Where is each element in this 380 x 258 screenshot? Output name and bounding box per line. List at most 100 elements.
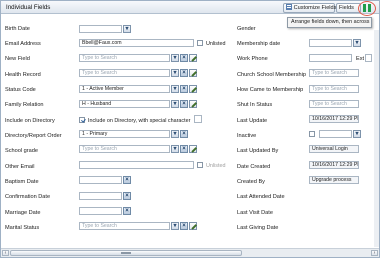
work-phone-input[interactable]: [309, 54, 352, 62]
clear-x-icon[interactable]: ×: [180, 222, 188, 230]
birth-date-dropdown[interactable]: ▾: [123, 25, 131, 33]
customize-fields-button[interactable]: Customize Fields: [283, 2, 337, 13]
edit-pencil-icon[interactable]: [189, 54, 197, 62]
ext-input[interactable]: [365, 54, 372, 62]
label-marriage-date: Marriage Date: [5, 210, 41, 216]
customize-fields-label: Customize Fields: [293, 4, 337, 11]
health-record-search[interactable]: Type to Search: [79, 69, 170, 77]
label-status-code: Status Code: [5, 87, 36, 93]
individual-fields-panel: Individual Fields Customize Fields Field…: [0, 0, 380, 258]
clear-x-icon[interactable]: ×: [180, 69, 188, 77]
label-created-by: Created By: [237, 179, 265, 185]
email-unlisted-checkbox[interactable]: [197, 40, 203, 46]
family-relation-select[interactable]: H - Husband: [79, 100, 170, 108]
clear-x-icon[interactable]: ×: [123, 207, 131, 215]
chevron-right-icon[interactable]: ›: [371, 250, 378, 256]
shut-in-search[interactable]: Type to Search: [309, 100, 359, 108]
label-new-field: New Field: [5, 56, 30, 62]
marital-status-search[interactable]: Type to Search: [79, 222, 170, 230]
label-gender: Gender: [237, 26, 256, 32]
label-shut-in: Shut In Status: [237, 102, 273, 108]
dir-order-select[interactable]: 1 - Primary: [79, 130, 170, 138]
confirmation-date-input[interactable]: [79, 192, 122, 200]
label-last-updated-by: Last Updated By: [237, 148, 279, 154]
edit-pencil-icon[interactable]: [189, 85, 197, 93]
label-health-record: Health Record: [5, 72, 41, 78]
last-update-value: 10/16/2017 12:29 PM: [309, 115, 359, 123]
label-baptism-date: Baptism Date: [5, 179, 39, 185]
include-dir-checkbox[interactable]: [79, 117, 85, 123]
inactive-date-dropdown[interactable]: ▾: [353, 130, 361, 138]
membership-date-input[interactable]: [309, 39, 352, 47]
dir-order-dropdown[interactable]: ▾: [171, 130, 179, 138]
clear-x-icon[interactable]: ×: [180, 130, 188, 138]
how-came-search[interactable]: Type to Search: [309, 85, 359, 93]
marital-status-dropdown[interactable]: ▾: [171, 222, 179, 230]
membership-date-dropdown[interactable]: ▾: [353, 39, 361, 47]
label-marital-status: Marital Status: [5, 225, 40, 231]
label-include-dir: Include on Directory: [5, 118, 55, 124]
label-church-school: Church School Membership: [237, 72, 307, 78]
created-by-value: Upgrade process: [309, 176, 359, 184]
other-email-unlisted-label: Unlisted: [206, 163, 226, 169]
label-school-grade: School grade: [5, 148, 38, 154]
label-email: Email Address: [5, 41, 41, 47]
school-grade-search[interactable]: Type to Search: [79, 145, 170, 153]
clear-x-icon[interactable]: ×: [180, 145, 188, 153]
label-membership-date: Membership date: [237, 41, 281, 47]
clear-x-icon[interactable]: ×: [123, 192, 131, 200]
label-dir-order: Directory/Report Order: [5, 133, 62, 139]
label-date-created: Date Created: [237, 164, 271, 170]
marriage-date-input[interactable]: [79, 207, 122, 215]
customize-icon: [286, 3, 292, 10]
label-work-phone: Work Phone: [237, 56, 268, 62]
vertical-scrollbar[interactable]: [374, 30, 379, 247]
label-how-came: How Came to Membership: [237, 87, 304, 93]
label-last-update: Last Update: [237, 118, 268, 124]
email-input[interactable]: Bbell@Faux.com: [79, 39, 194, 47]
horizontal-scrollbar[interactable]: ‹ ›: [1, 248, 379, 257]
new-field-search[interactable]: Type to Search: [79, 54, 170, 62]
clear-x-icon[interactable]: ×: [180, 100, 188, 108]
chevron-left-icon[interactable]: ‹: [2, 250, 9, 256]
status-code-select[interactable]: 1 - Active Member: [79, 85, 170, 93]
scroll-thumb[interactable]: [10, 250, 242, 256]
clear-x-icon[interactable]: ×: [180, 54, 188, 62]
panel-title: Individual Fields: [6, 4, 51, 11]
baptism-date-input[interactable]: [79, 176, 122, 184]
label-birth-date: Birth Date: [5, 26, 30, 32]
inactive-date-input[interactable]: [319, 130, 352, 138]
church-school-search[interactable]: Type to Search: [309, 69, 359, 77]
include-dir-extra[interactable]: [194, 115, 202, 123]
date-created-value: 10/16/2017 12:29 PM: [309, 161, 359, 169]
email-unlisted-label: Unlisted: [206, 41, 226, 47]
label-last-visit: Last Visit Date: [237, 210, 273, 216]
edit-pencil-icon[interactable]: [189, 145, 197, 153]
edit-pencil-icon[interactable]: [189, 69, 197, 77]
label-last-giving: Last Giving Date: [237, 225, 279, 231]
last-updated-by-value: Universal Login: [309, 145, 359, 153]
tooltip: Arrange fields down, then across: [287, 17, 372, 28]
health-record-dropdown[interactable]: ▾: [171, 69, 179, 77]
other-email-unlisted-checkbox[interactable]: [197, 162, 203, 168]
family-relation-dropdown[interactable]: ▾: [171, 100, 179, 108]
include-dir-checkbox-label: Include on Directory, with special chara…: [88, 118, 191, 124]
label-inactive: Inactive: [237, 133, 257, 139]
scroll-grip: [121, 252, 131, 254]
clear-x-icon[interactable]: ×: [123, 176, 131, 184]
new-field-dropdown[interactable]: ▾: [171, 54, 179, 62]
edit-pencil-icon[interactable]: [189, 100, 197, 108]
birth-date-input[interactable]: [79, 25, 122, 33]
ext-label: Ext: [356, 56, 365, 62]
edit-pencil-icon[interactable]: [189, 222, 197, 230]
grid-icon[interactable]: [363, 4, 371, 12]
inactive-checkbox[interactable]: [309, 131, 315, 137]
label-other-email: Other Email: [5, 164, 35, 170]
other-email-input[interactable]: [79, 161, 194, 169]
fields-label: Fields: [339, 4, 354, 11]
clear-x-icon[interactable]: ×: [180, 85, 188, 93]
status-code-dropdown[interactable]: ▾: [171, 85, 179, 93]
school-grade-dropdown[interactable]: ▾: [171, 145, 179, 153]
label-last-attended: Last Attended Date: [237, 194, 285, 200]
label-confirmation-date: Confirmation Date: [5, 194, 51, 200]
